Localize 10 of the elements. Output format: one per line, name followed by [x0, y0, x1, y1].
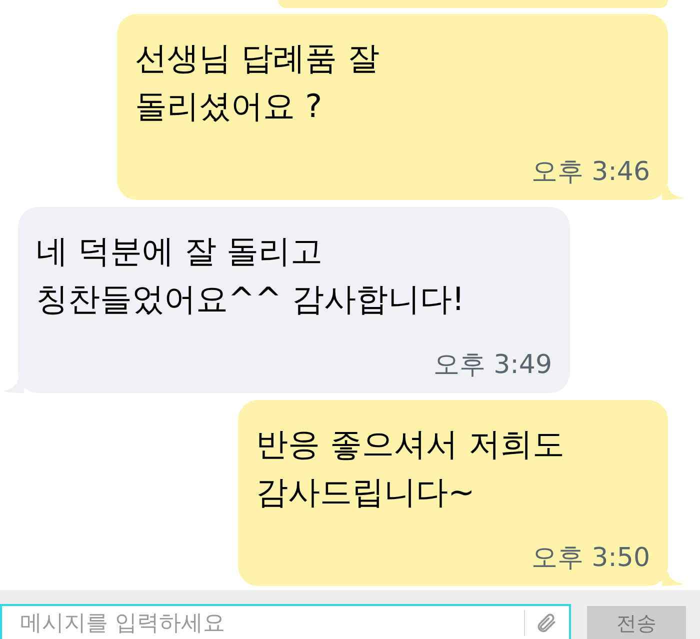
message-text: 반응 좋으셔서 저희도 감사드립니다~ — [256, 424, 566, 513]
message-time: 오후 3:50 — [531, 542, 650, 574]
message-time: 오후 3:46 — [531, 156, 650, 188]
paperclip-icon[interactable] — [535, 612, 557, 634]
send-button[interactable]: 전송 — [587, 606, 686, 639]
message-text: 선생님 답례품 잘 돌리셨어요 ? — [135, 38, 380, 127]
message-field[interactable]: 메시지를 입력하세요 — [0, 604, 571, 639]
message-input[interactable]: 메시지를 입력하세요 — [20, 606, 514, 639]
message-time: 오후 3:49 — [433, 349, 552, 381]
message-text: 네 덕분에 잘 돌리고 칭찬들었어요^^ 감사합니다! — [36, 231, 466, 320]
